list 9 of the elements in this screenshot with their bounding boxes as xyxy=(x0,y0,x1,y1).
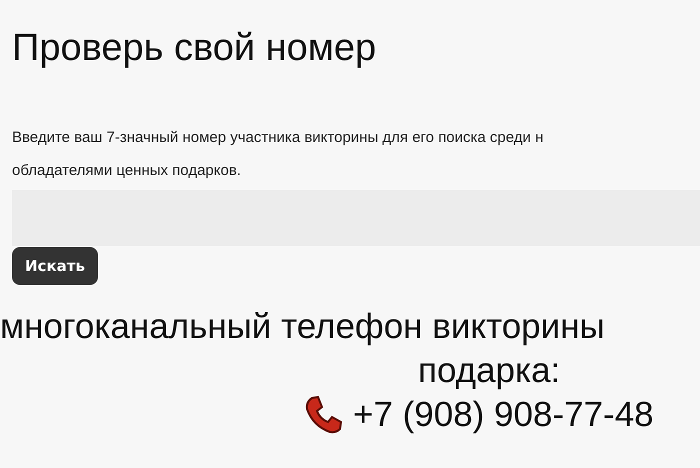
search-button[interactable]: Искать xyxy=(12,247,98,285)
description-text: обладателями ценных подарков. xyxy=(12,161,242,181)
hotline-text: многоканальный телефон викторины xyxy=(0,306,606,348)
phone-icon xyxy=(303,395,343,435)
hotline-text: подарка: xyxy=(417,350,562,392)
phone-number[interactable]: +7 (908) 908-77-48 xyxy=(353,393,654,437)
search-field[interactable] xyxy=(12,190,700,246)
description-text: Введите ваш 7-значный номер участника викторины для его поиска среди н xyxy=(12,128,544,148)
page-heading: Проверь свой номер xyxy=(11,26,378,70)
